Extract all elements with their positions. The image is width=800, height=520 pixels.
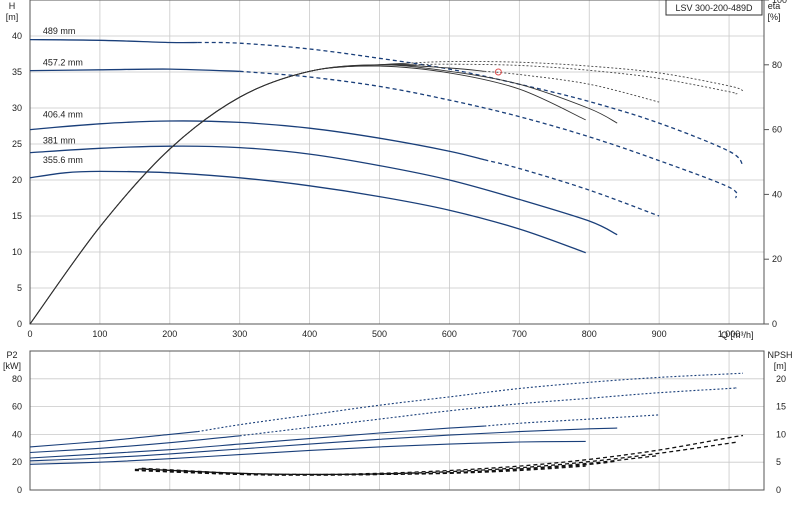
top-x-tick-label: 100 (92, 329, 107, 339)
top-right-axis-label-line2: [%] (767, 12, 780, 22)
top-panel-frame (29, 0, 765, 325)
efficiency-curve-solid (29, 63, 415, 325)
top-left-tick-label: 25 (12, 139, 22, 149)
head-curve-solid (29, 145, 618, 236)
bottom-right-axis-label-line1: NPSH (767, 350, 792, 360)
top-x-tick-label: 800 (582, 329, 597, 339)
top-right-tick-label: 20 (772, 254, 782, 264)
top-x-tick-label: 900 (652, 329, 667, 339)
head-curve-label: 406.4 mm (43, 110, 83, 120)
top-left-tick-label: 30 (12, 103, 22, 113)
bottom-right-tick-label: 5 (776, 457, 781, 467)
power-curve-solid (29, 427, 618, 462)
top-panel-grid (29, 0, 769, 325)
chart-labels: H [m] eta [%] Q [m³/h] P2 [kW] NPSH [m] … (3, 0, 793, 371)
power-curve-dashed (484, 414, 660, 427)
pump-performance-chart: 489 mm 457.2 mm 406.4 mm 381 mm 355.6 mm 0 10… (3, 0, 793, 495)
efficiency-curve-solid (29, 64, 485, 325)
power-curve-dashed (197, 372, 744, 433)
top-x-tick-label: 600 (442, 329, 457, 339)
bottom-left-tick-label: 0 (17, 485, 22, 495)
head-curve-label: 355.6 mm (43, 155, 83, 165)
top-right-tick-label: 40 (772, 189, 782, 199)
head-curve-label: 457.2 mm (43, 58, 83, 68)
top-x-tick-label: 0 (27, 329, 32, 339)
head-curve-solid (29, 68, 240, 72)
head-curve-solid (29, 120, 485, 161)
top-left-axis-label-line2: [m] (6, 12, 19, 22)
top-right-tick-label: 0 (772, 319, 777, 329)
bottom-left-tick-label: 60 (12, 402, 22, 412)
npsh-curve-dashed (138, 441, 738, 476)
efficiency-curve-dashed (407, 61, 744, 92)
top-right-tick-label: 80 (772, 60, 782, 70)
top-panel-curves: 489 mm 457.2 mm 406.4 mm 381 mm 355.6 mm (29, 26, 744, 325)
top-left-tick-label: 15 (12, 211, 22, 221)
bottom-right-tick-label: 10 (776, 429, 786, 439)
head-curve-solid (29, 38, 198, 44)
top-left-tick-label: 40 (12, 31, 22, 41)
bottom-left-tick-label: 20 (12, 457, 22, 467)
top-x-tick-label: 200 (162, 329, 177, 339)
chart-title: LSV 300-200-489D (675, 3, 753, 13)
bottom-right-axis-label-line2: [m] (774, 361, 787, 371)
head-curve-label: 489 mm (43, 26, 76, 36)
top-x-axis-label: Q [m³/h] (721, 330, 754, 340)
top-left-axis-label-line1: H (9, 1, 16, 11)
top-left-tick-label: 0 (17, 319, 22, 329)
bottom-right-tick-label: 15 (776, 402, 786, 412)
top-right-tick-label: 60 (772, 125, 782, 135)
bottom-left-axis-label-line1: P2 (6, 350, 17, 360)
bottom-left-axis-label-line2: [kW] (3, 361, 21, 371)
bottom-left-tick-label: 80 (12, 374, 22, 384)
top-x-tick-label: 700 (512, 329, 527, 339)
top-left-tick-label: 10 (12, 247, 22, 257)
top-left-tick-label: 5 (17, 283, 22, 293)
efficiency-curve-solid (29, 64, 618, 325)
bottom-panel-curves (29, 372, 744, 476)
power-curve-solid (29, 431, 198, 448)
top-left-tick-label: 20 (12, 175, 22, 185)
top-right-axis-label-line1: eta (768, 1, 781, 11)
head-curve-solid (29, 170, 586, 254)
top-left-tick-label: 35 (12, 67, 22, 77)
efficiency-curve-solid (29, 62, 408, 325)
head-curve-dashed (484, 159, 660, 217)
bottom-right-tick-label: 0 (776, 485, 781, 495)
head-curve-dashed (239, 70, 738, 199)
top-x-tick-label: 400 (302, 329, 317, 339)
head-curve-label: 381 mm (43, 135, 76, 145)
top-x-tick-label: 300 (232, 329, 247, 339)
top-x-tick-label: 500 (372, 329, 387, 339)
bottom-left-tick-label: 40 (12, 429, 22, 439)
head-curve-dashed (197, 41, 744, 167)
bottom-right-tick-label: 20 (776, 374, 786, 384)
power-curve-dashed (239, 387, 738, 437)
